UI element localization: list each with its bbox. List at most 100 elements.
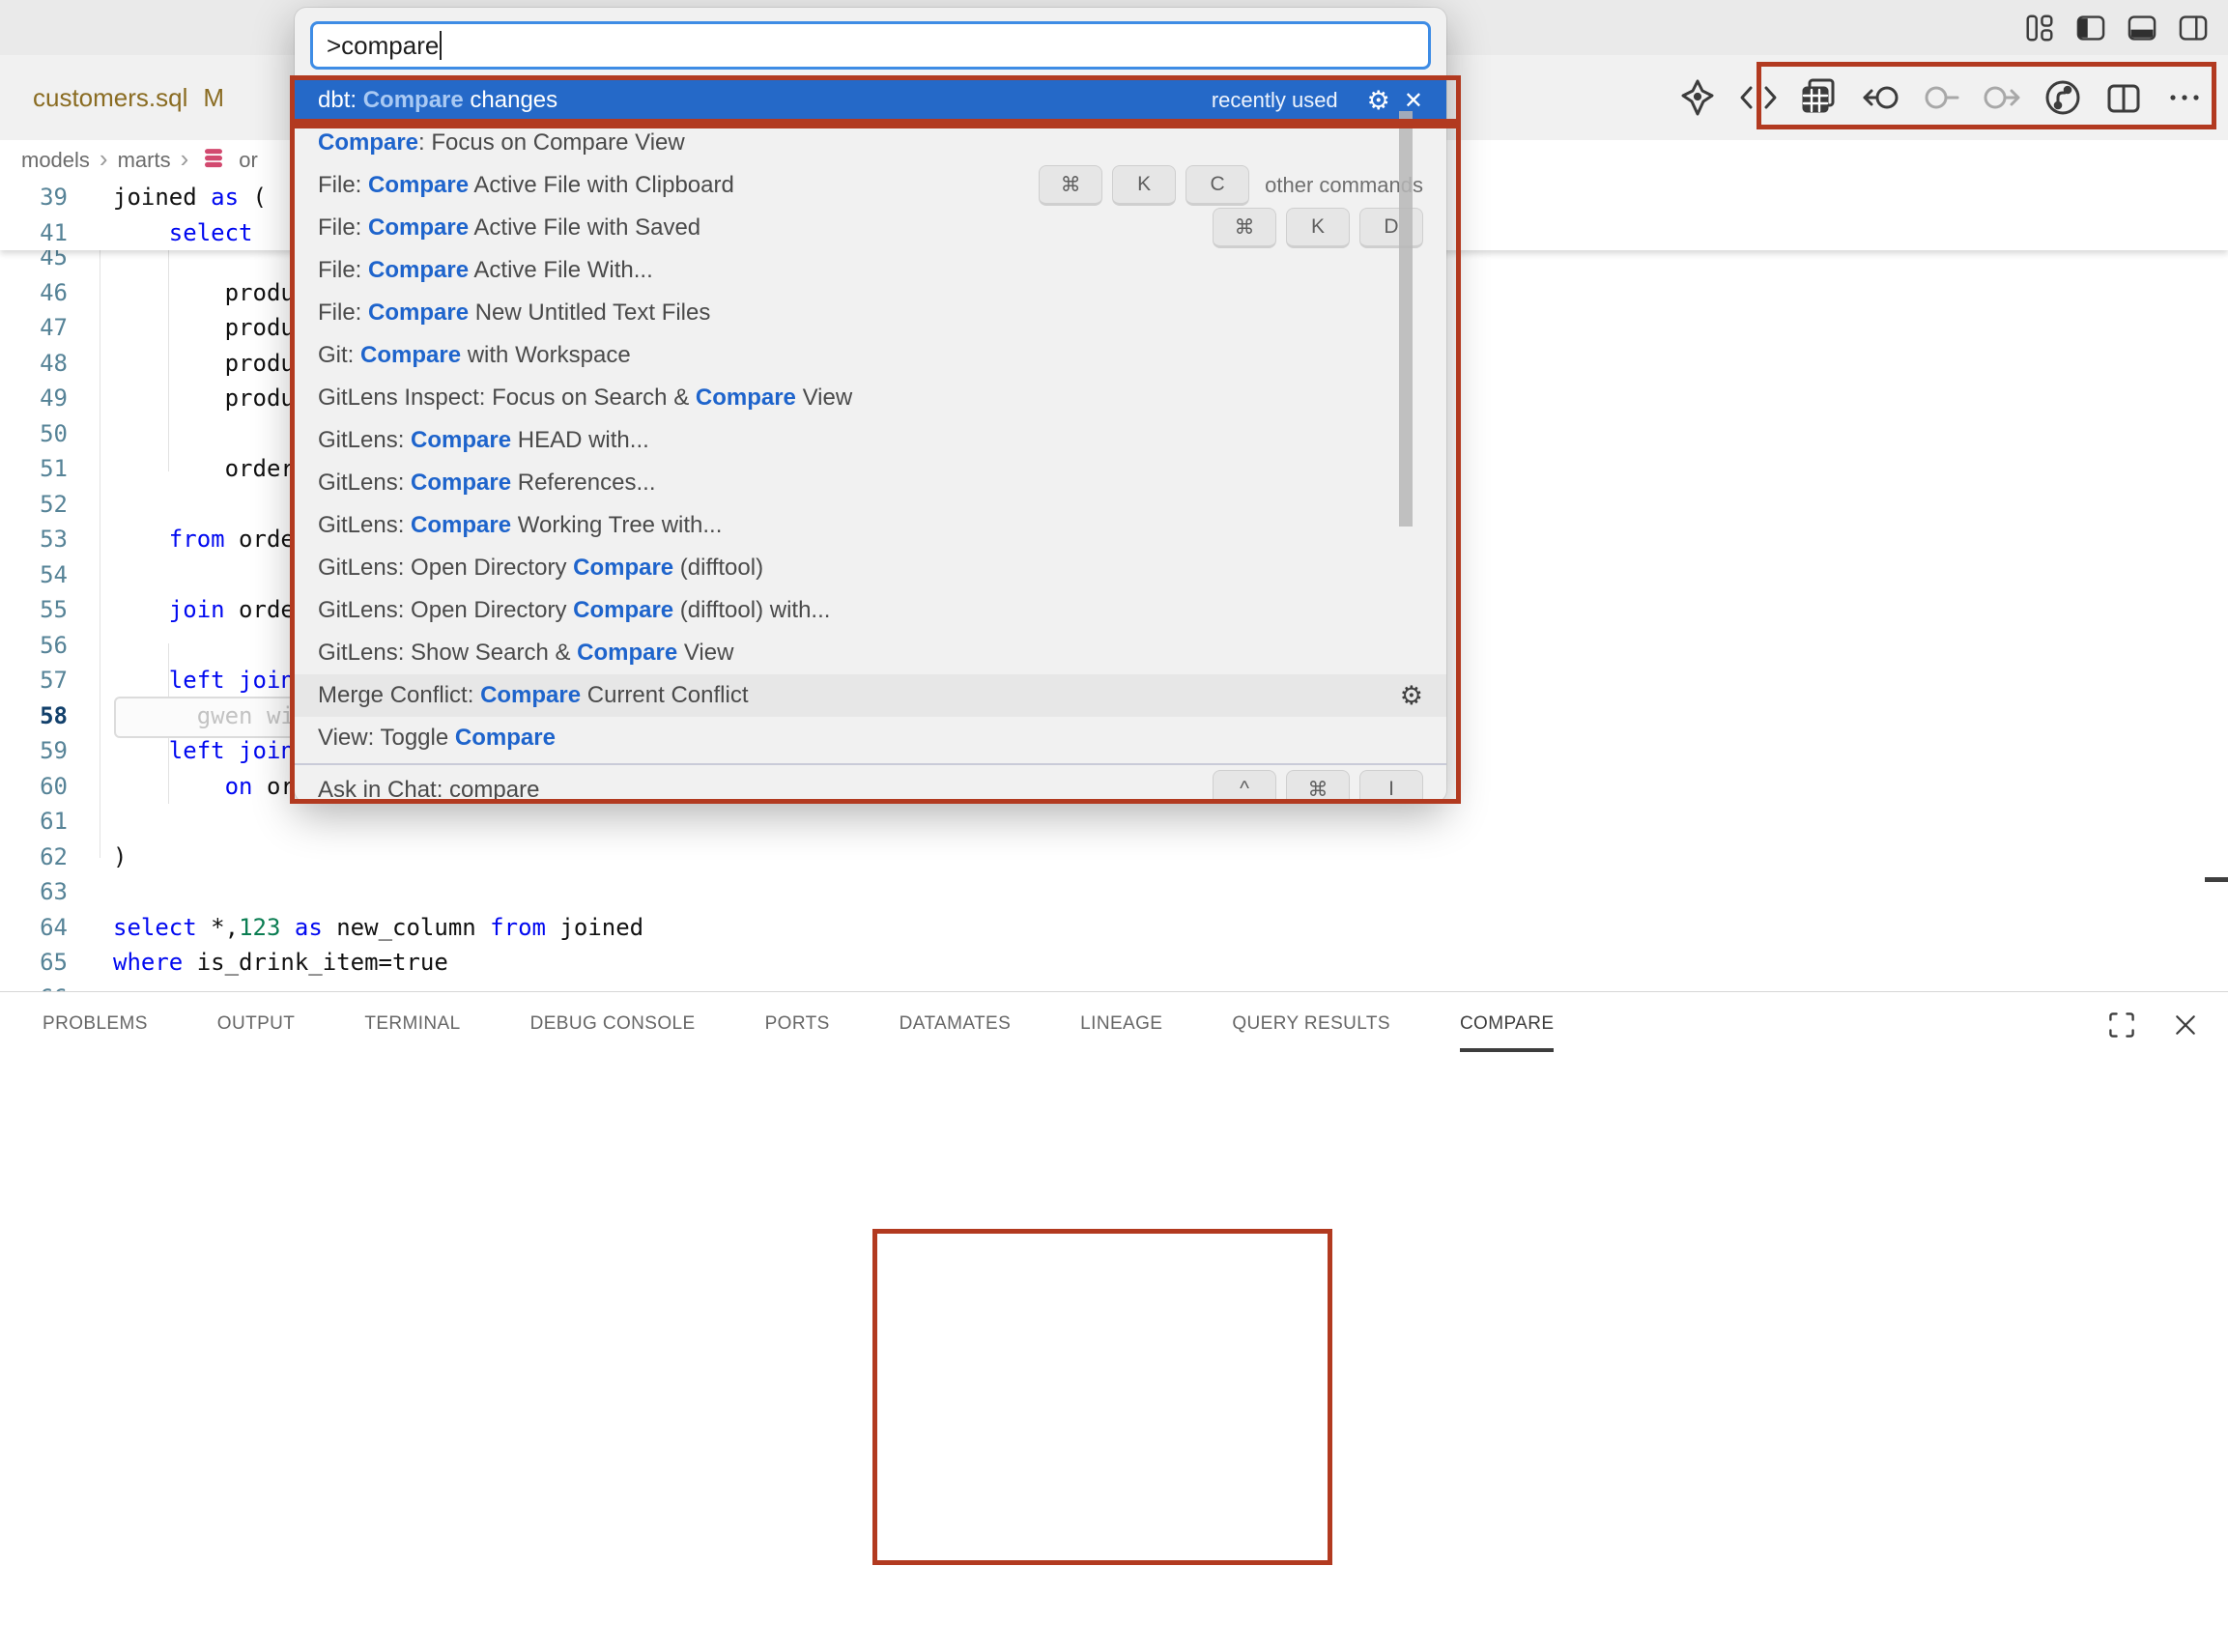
command-item[interactable]: GitLens Inspect: Focus on Search & Compa… — [295, 377, 1446, 419]
breadcrumb-separator-icon: › — [100, 146, 108, 171]
code-text: on or — [113, 773, 295, 800]
command-item[interactable]: GitLens: Compare Working Tree with... — [295, 504, 1446, 547]
command-item[interactable]: File: Compare Active File with Clipboard… — [295, 164, 1446, 207]
keybinding-key: I — [1359, 770, 1423, 802]
token: select — [113, 914, 197, 941]
lineage-icon[interactable] — [2041, 75, 2085, 120]
token: from — [490, 914, 546, 941]
code-text: join orde — [113, 596, 295, 623]
breadcrumb-item[interactable]: or — [239, 148, 258, 173]
panel-tab-terminal[interactable]: TERMINAL — [364, 1013, 460, 1052]
panel-tab-datamates[interactable]: DATAMATES — [900, 1013, 1012, 1052]
label-text: : Focus on Compare View — [418, 129, 685, 156]
match-highlight: Compare — [368, 214, 469, 241]
command-item[interactable]: GitLens: Open Directory Compare (difftoo… — [295, 547, 1446, 589]
line-number: 63 — [0, 874, 68, 910]
code-text: from orde — [113, 526, 295, 553]
command-item[interactable]: Merge Conflict: Compare Current Conflict… — [295, 674, 1446, 717]
token: or — [253, 773, 295, 800]
code-line-64[interactable]: 64select *,123 as new_column from joined — [0, 910, 2228, 946]
match-highlight: Compare — [368, 299, 469, 326]
toggle-primary-sidebar-icon[interactable] — [2073, 11, 2108, 45]
label-text: GitLens: — [318, 470, 411, 496]
line-number: 50 — [0, 416, 68, 452]
command-label: Ask in Chat: compare — [318, 777, 1203, 802]
keybinding-key: D — [1359, 208, 1423, 248]
label-text: New Untitled Text Files — [469, 299, 710, 326]
token: as — [280, 914, 322, 941]
label-text: Merge Conflict: — [318, 682, 480, 708]
panel-tab-compare[interactable]: COMPARE — [1460, 1013, 1554, 1052]
token: select — [169, 219, 253, 246]
code-line-65[interactable]: 65where is_drink_item=true — [0, 945, 2228, 981]
more-actions-icon[interactable] — [2162, 75, 2207, 120]
panel-tab-lineage[interactable]: LINEAGE — [1080, 1013, 1162, 1052]
match-highlight: Compare — [455, 725, 556, 751]
command-item[interactable]: GitLens: Compare HEAD with... — [295, 419, 1446, 462]
command-item[interactable]: Git: Compare with Workspace — [295, 334, 1446, 377]
panel-tab-query-results[interactable]: QUERY RESULTS — [1232, 1013, 1390, 1052]
line-number: 66 — [0, 981, 68, 992]
command-item[interactable]: Ask in Chat: compare^⌘I — [295, 769, 1446, 802]
label-text: dbt: — [318, 87, 363, 113]
toggle-secondary-sidebar-icon[interactable] — [2176, 11, 2211, 45]
query-table-icon[interactable] — [1797, 75, 1842, 120]
command-item[interactable]: GitLens: Show Search & Compare View — [295, 632, 1446, 674]
code-text: select *,123 as new_column from joined — [113, 914, 643, 941]
keybinding-key: ⌘ — [1213, 208, 1276, 248]
breadcrumb-item[interactable]: models — [21, 148, 90, 173]
configure-keybinding-icon[interactable]: ⚙ — [1400, 683, 1423, 709]
command-item[interactable]: File: Compare Active File with Saved⌘KD — [295, 207, 1446, 249]
keybinding-key: C — [1185, 165, 1249, 206]
token: from — [169, 526, 225, 553]
close-panel-icon[interactable] — [2166, 1006, 2205, 1044]
command-input[interactable]: >compare — [310, 21, 1431, 70]
window-layout-controls — [2022, 0, 2211, 55]
command-item[interactable]: GitLens: Compare References... — [295, 462, 1446, 504]
toggle-panel-icon[interactable] — [2125, 11, 2159, 45]
panel-tab-ports[interactable]: PORTS — [765, 1013, 830, 1052]
command-item[interactable]: dbt: Compare changesrecently used⚙✕ — [295, 79, 1446, 122]
token: ( — [239, 184, 267, 211]
match-highlight: Compare — [577, 640, 677, 666]
token: gwen wi — [197, 702, 295, 729]
palette-scrollbar[interactable] — [1399, 111, 1413, 527]
command-item[interactable]: Compare: Focus on Compare View — [295, 122, 1446, 164]
customize-layout-icon[interactable] — [2022, 11, 2057, 45]
match-highlight: Compare — [360, 342, 461, 368]
dbt-icon[interactable] — [1675, 75, 1720, 120]
line-number: 52 — [0, 487, 68, 523]
code-text: left join — [113, 667, 295, 694]
code-line-66[interactable]: 66 — [0, 981, 2228, 992]
run-model-icon — [1919, 75, 1963, 120]
code-text: produ — [113, 350, 295, 377]
command-label: Git: Compare with Workspace — [318, 342, 1423, 369]
command-label: Merge Conflict: Compare Current Conflict — [318, 682, 1386, 709]
panel-tab-debug-console[interactable]: DEBUG CONSOLE — [530, 1013, 696, 1052]
editor-tab-customers-sql[interactable]: customers.sql M — [19, 55, 224, 140]
panel-tab-output[interactable]: OUTPUT — [217, 1013, 296, 1052]
command-item[interactable]: File: Compare Active File With... — [295, 249, 1446, 292]
split-editor-icon[interactable] — [2101, 75, 2146, 120]
code-line-63[interactable]: 63 — [0, 874, 2228, 910]
run-with-upstream-icon[interactable] — [1858, 75, 1902, 120]
code-icon[interactable] — [1736, 75, 1781, 120]
code-text: joined as ( — [113, 184, 267, 211]
command-item[interactable]: GitLens: Open Directory Compare (difftoo… — [295, 589, 1446, 632]
panel-tab-problems[interactable]: PROBLEMS — [43, 1013, 148, 1052]
command-label: dbt: Compare changes — [318, 87, 1212, 114]
code-line-62[interactable]: 62) — [0, 840, 2228, 875]
code-line-61[interactable]: 61 — [0, 804, 2228, 840]
line-number: 54 — [0, 557, 68, 593]
code-text: select — [113, 219, 253, 246]
match-highlight: Compare — [368, 257, 469, 283]
breadcrumb-item[interactable]: marts — [118, 148, 171, 173]
code-text: order — [113, 455, 295, 482]
match-highlight: Compare — [480, 682, 581, 708]
label-text: Active File with Saved — [469, 214, 700, 241]
command-item[interactable]: File: Compare New Untitled Text Files — [295, 292, 1446, 334]
configure-keybinding-icon[interactable]: ⚙ — [1367, 88, 1390, 114]
maximize-panel-icon[interactable] — [2102, 1006, 2141, 1044]
label-text: GitLens Inspect: Focus on Search & — [318, 385, 696, 411]
command-item[interactable]: View: Toggle Compare — [295, 717, 1446, 759]
